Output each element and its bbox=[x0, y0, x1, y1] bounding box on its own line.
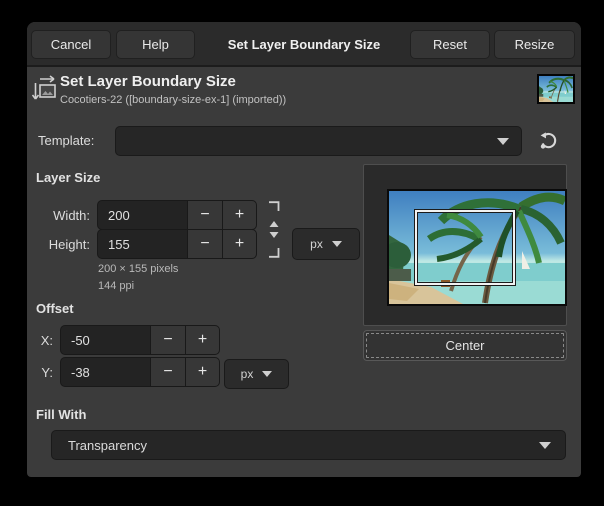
center-button[interactable]: Center bbox=[363, 330, 567, 361]
offset-x-label: X: bbox=[33, 333, 60, 348]
offset-unit-value: px bbox=[241, 367, 254, 381]
template-dropdown[interactable] bbox=[115, 126, 522, 156]
width-row: Width: − + bbox=[33, 200, 257, 230]
layer-preview-image bbox=[387, 189, 567, 306]
size-unit-value: px bbox=[310, 237, 323, 251]
layer-boundary-rectangle[interactable] bbox=[415, 210, 515, 285]
chevron-down-icon bbox=[332, 241, 342, 247]
fill-with-dropdown[interactable]: Transparency bbox=[51, 430, 566, 460]
resize-layer-icon bbox=[32, 75, 59, 106]
dialog-titlebar[interactable]: Cancel Help Set Layer Boundary Size Rese… bbox=[27, 22, 581, 67]
offset-y-increment-button[interactable]: + bbox=[185, 357, 220, 387]
dialog-heading: Set Layer Boundary Size bbox=[60, 73, 236, 90]
dialog-title: Set Layer Boundary Size bbox=[228, 22, 380, 67]
layer-size-heading: Layer Size bbox=[36, 170, 100, 185]
fill-with-heading: Fill With bbox=[36, 407, 86, 422]
set-layer-boundary-size-dialog: Cancel Help Set Layer Boundary Size Rese… bbox=[27, 22, 581, 477]
offset-unit-dropdown[interactable]: px bbox=[224, 359, 289, 389]
resolution-info-text: 144 ppi bbox=[98, 280, 134, 292]
width-input[interactable] bbox=[97, 200, 187, 230]
height-row: Height: − + bbox=[33, 229, 257, 259]
layer-preview-panel[interactable] bbox=[363, 164, 567, 326]
template-label: Template: bbox=[38, 126, 94, 156]
height-input[interactable] bbox=[97, 229, 187, 259]
offset-x-row: X: − + bbox=[33, 325, 220, 355]
offset-heading: Offset bbox=[36, 301, 74, 316]
size-unit-dropdown[interactable]: px bbox=[292, 228, 360, 260]
chevron-down-icon bbox=[262, 371, 272, 377]
dialog-subtitle: Cocotiers-22 ([boundary-size-ex-1] (impo… bbox=[60, 94, 286, 106]
fill-with-value: Transparency bbox=[68, 438, 147, 453]
reset-to-default-icon bbox=[538, 131, 558, 151]
help-button[interactable]: Help bbox=[116, 30, 195, 59]
cancel-button[interactable]: Cancel bbox=[31, 30, 111, 59]
width-decrement-button[interactable]: − bbox=[187, 200, 222, 230]
width-increment-button[interactable]: + bbox=[222, 200, 257, 230]
template-reset-button[interactable] bbox=[535, 128, 561, 154]
size-info-text: 200 × 155 pixels bbox=[98, 263, 178, 275]
offset-x-increment-button[interactable]: + bbox=[185, 325, 220, 355]
offset-y-label: Y: bbox=[33, 365, 60, 380]
offset-x-input[interactable] bbox=[60, 325, 150, 355]
height-decrement-button[interactable]: − bbox=[187, 229, 222, 259]
offset-y-input[interactable] bbox=[60, 357, 150, 387]
chain-broken-icon[interactable] bbox=[266, 201, 283, 258]
reset-button[interactable]: Reset bbox=[410, 30, 490, 59]
chevron-down-icon bbox=[497, 138, 509, 145]
width-label: Width: bbox=[33, 208, 97, 223]
resize-button[interactable]: Resize bbox=[494, 30, 575, 59]
chevron-down-icon bbox=[539, 442, 551, 449]
offset-y-decrement-button[interactable]: − bbox=[150, 357, 185, 387]
height-label: Height: bbox=[33, 237, 97, 252]
desktop-background: Cancel Help Set Layer Boundary Size Rese… bbox=[0, 0, 604, 506]
offset-x-decrement-button[interactable]: − bbox=[150, 325, 185, 355]
layer-thumbnail bbox=[537, 74, 575, 104]
height-increment-button[interactable]: + bbox=[222, 229, 257, 259]
offset-y-row: Y: − + bbox=[33, 357, 220, 387]
